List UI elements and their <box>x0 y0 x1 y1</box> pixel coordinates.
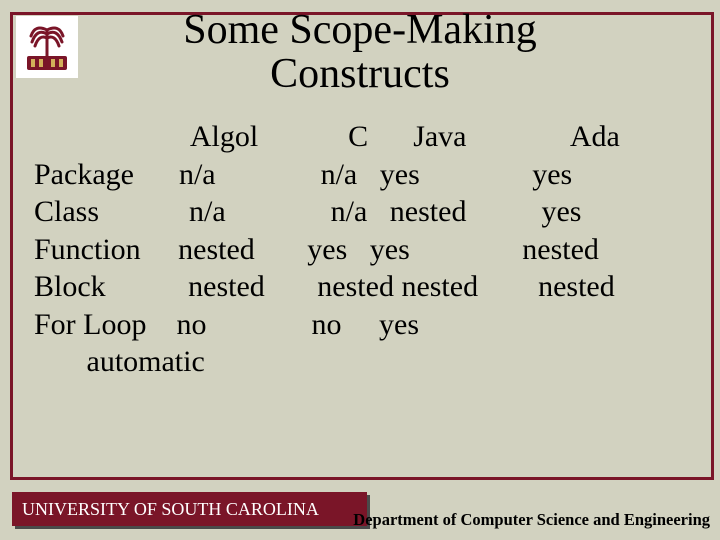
title-line1: Some Scope-Making Constructs <box>183 7 536 97</box>
footer-department: Department of Computer Science and Engin… <box>353 510 710 530</box>
footer-university-text: UNIVERSITY OF SOUTH CAROLINA <box>22 499 319 520</box>
footer-university: UNIVERSITY OF SOUTH CAROLINA <box>12 492 367 526</box>
slide-title: Some Scope-Making Constructs <box>0 8 720 96</box>
slide-content: Algol C Java Ada Package n/a n/a yes yes… <box>34 118 700 381</box>
